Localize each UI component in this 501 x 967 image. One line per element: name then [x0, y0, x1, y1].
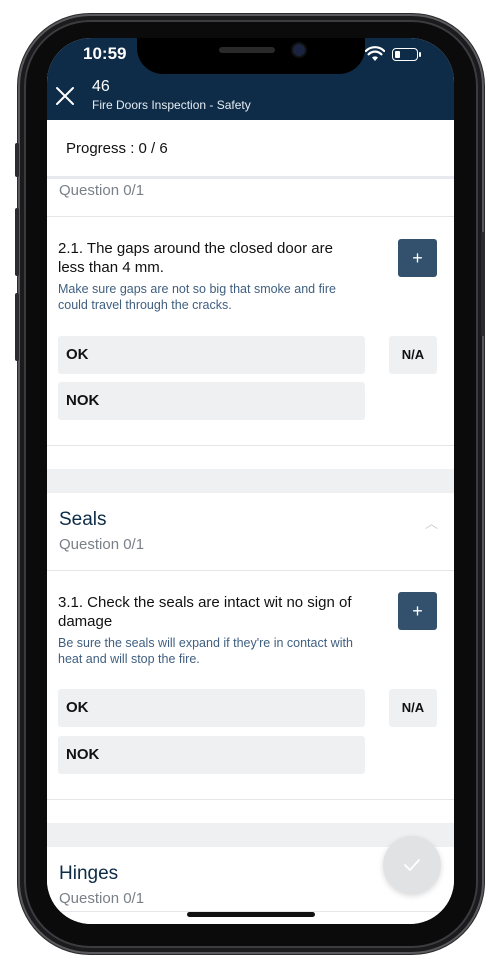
section-question-count: Question 0/1: [59, 182, 145, 199]
section-question-count: Question 0/1: [59, 890, 145, 907]
inspection-title: Fire Doors Inspection - Safety: [92, 98, 251, 112]
na-option-button[interactable]: N/A: [389, 689, 437, 727]
section-title[interactable]: Seals: [59, 509, 107, 531]
nok-option-button[interactable]: NOK: [58, 382, 365, 420]
chevron-up-icon[interactable]: ︿: [425, 513, 438, 532]
divider: [47, 216, 454, 217]
battery-level: [395, 51, 400, 58]
battery-icon: [392, 48, 421, 61]
complete-fab-button[interactable]: [383, 836, 441, 894]
close-icon[interactable]: [55, 86, 75, 106]
section-title[interactable]: Hinges: [59, 863, 118, 885]
inspection-number: 46: [92, 78, 110, 95]
volume-down-button: [15, 293, 19, 361]
question-text: 3.1. Check the seals are intact wit no s…: [58, 594, 352, 630]
ok-option-button[interactable]: OK: [58, 689, 365, 727]
progress-bar: Progress : 0 / 6: [47, 120, 454, 179]
question-hint: Be sure the seals will expand if they're…: [58, 636, 353, 666]
status-time: 10:59: [83, 44, 127, 63]
volume-up-button: [15, 208, 19, 276]
divider: [47, 799, 454, 800]
power-button: [481, 232, 485, 336]
na-option-button[interactable]: N/A: [389, 336, 437, 374]
speaker: [219, 47, 275, 53]
progress-label: Progress : 0 / 6: [66, 140, 168, 157]
ok-option-button[interactable]: OK: [58, 336, 365, 374]
question-hint: Make sure gaps are not so big that smoke…: [58, 282, 336, 312]
divider: [47, 570, 454, 571]
mute-switch: [15, 143, 19, 177]
inspection-content[interactable]: Question 0/1 2.1. The gaps around the cl…: [47, 179, 454, 924]
nok-option-button[interactable]: NOK: [58, 736, 365, 774]
section-question-count: Question 0/1: [59, 536, 145, 553]
divider: [47, 445, 454, 446]
camera: [293, 44, 305, 56]
app-header: 10:59 46 Fire Doors Inspection - Safety: [47, 38, 454, 120]
check-icon: [404, 859, 420, 871]
question-text: 2.1. The gaps around the closed door are…: [58, 240, 333, 276]
home-indicator[interactable]: [187, 912, 315, 917]
notch: [137, 38, 365, 74]
app-screen: 10:59 46 Fire Doors Inspection - Safety …: [47, 38, 454, 924]
add-note-button[interactable]: +: [398, 592, 437, 630]
section-separator: [47, 469, 454, 493]
wifi-icon: [365, 46, 385, 61]
add-note-button[interactable]: +: [398, 239, 437, 277]
